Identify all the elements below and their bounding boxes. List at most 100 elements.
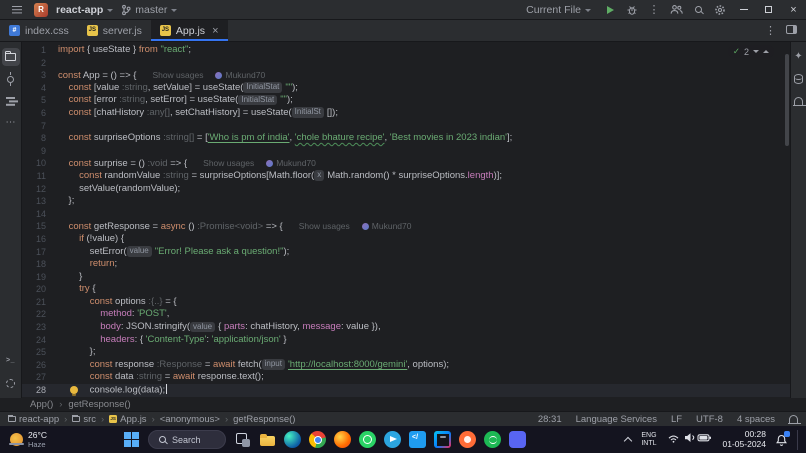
line-number[interactable]: 16	[22, 233, 58, 246]
branch-selector[interactable]: master	[121, 4, 177, 16]
telegram-icon[interactable]	[384, 431, 401, 448]
line-number[interactable]: 25	[22, 346, 58, 359]
line-number[interactable]: 11	[22, 170, 58, 183]
line-number[interactable]: 13	[22, 195, 58, 208]
tab-server-js[interactable]: JSserver.js	[78, 20, 151, 41]
tray-overflow-icon[interactable]	[624, 437, 632, 445]
database-tool-icon[interactable]	[790, 70, 806, 88]
code-line-10[interactable]: 10 const surprise = () :void => {Show us…	[22, 157, 790, 170]
terminal-tool-icon[interactable]: >_	[2, 352, 20, 370]
line-number[interactable]: 8	[22, 132, 58, 145]
next-problem-icon[interactable]	[753, 50, 759, 53]
code-line-5[interactable]: 5 const [error :string, setError] = useS…	[22, 94, 790, 107]
code-with-me-button[interactable]	[665, 1, 687, 19]
line-number[interactable]: 19	[22, 271, 58, 284]
line-number[interactable]: 12	[22, 183, 58, 196]
line-number[interactable]: 7	[22, 120, 58, 133]
postman-icon[interactable]	[459, 431, 476, 448]
webstorm-icon[interactable]	[434, 431, 451, 448]
line-number[interactable]: 5	[22, 94, 58, 107]
code-line-6[interactable]: 6 const [chatHistory :any[], setChatHist…	[22, 107, 790, 120]
breadcrumb-item[interactable]: App()	[30, 399, 53, 410]
line-number[interactable]: 9	[22, 145, 58, 158]
line-number[interactable]: 2	[22, 57, 58, 70]
code-line-7[interactable]: 7	[22, 120, 790, 133]
close-button[interactable]: ×	[781, 0, 806, 19]
code-line-2[interactable]: 2	[22, 57, 790, 70]
discord-icon[interactable]	[509, 431, 526, 448]
line-number[interactable]: 21	[22, 296, 58, 309]
inspections-widget[interactable]: ✓ 2	[728, 45, 774, 58]
code-line-28[interactable]: 28 console.log(data);	[22, 384, 790, 397]
settings-button[interactable]	[709, 1, 731, 19]
code-line-16[interactable]: 16 if (!value) {	[22, 233, 790, 246]
editor-layout-button[interactable]	[786, 25, 797, 37]
nav-item[interactable]: src	[72, 414, 96, 425]
code-line-13[interactable]: 13 };	[22, 195, 790, 208]
run-config-selector[interactable]: Current File	[526, 4, 591, 16]
main-menu-button[interactable]	[8, 2, 26, 18]
show-desktop-button[interactable]	[797, 430, 800, 450]
code-line-18[interactable]: 18 return;	[22, 258, 790, 271]
line-number[interactable]: 24	[22, 334, 58, 347]
line-number[interactable]: 18	[22, 258, 58, 271]
line-number[interactable]: 10	[22, 157, 58, 170]
ai-tool-icon[interactable]: ✦	[790, 48, 806, 66]
language-indicator[interactable]: ENG INTL	[641, 432, 656, 447]
line-number[interactable]: 1	[22, 44, 58, 57]
whatsapp-icon[interactable]	[359, 431, 376, 448]
project-selector[interactable]: react-app	[56, 4, 113, 16]
maximize-button[interactable]	[756, 0, 781, 19]
line-number[interactable]: 27	[22, 371, 58, 384]
code-line-11[interactable]: 11 const randomValue :string = surpriseO…	[22, 170, 790, 183]
file-explorer-icon[interactable]	[259, 431, 276, 448]
code-line-27[interactable]: 27 const data :string = await response.t…	[22, 371, 790, 384]
start-button[interactable]	[123, 431, 140, 448]
code-line-19[interactable]: 19 }	[22, 271, 790, 284]
code-line-3[interactable]: 3const App = () => {Show usagesMukund70	[22, 69, 790, 82]
spotify-icon[interactable]	[484, 431, 501, 448]
chrome-icon[interactable]	[309, 431, 326, 448]
taskbar-search[interactable]: Search	[148, 430, 226, 449]
code-line-20[interactable]: 20 try {	[22, 283, 790, 296]
tab-options-button[interactable]: ⋮	[765, 24, 776, 37]
editor[interactable]: 1import { useState } from "react";23cons…	[22, 42, 790, 398]
line-number[interactable]: 17	[22, 246, 58, 259]
code-line-14[interactable]: 14	[22, 208, 790, 221]
nav-item[interactable]: getResponse()	[233, 414, 295, 425]
line-separator[interactable]: LF	[671, 414, 682, 425]
prev-problem-icon[interactable]	[763, 50, 769, 53]
code-line-4[interactable]: 4 const [value :string, setValue] = useS…	[22, 82, 790, 95]
caret-position[interactable]: 28:31	[538, 414, 562, 425]
line-number[interactable]: 26	[22, 359, 58, 372]
nav-item[interactable]: react-app	[8, 414, 59, 425]
intention-bulb-icon[interactable]	[70, 386, 78, 394]
line-number[interactable]: 15	[22, 220, 58, 233]
language-services[interactable]: Language Services	[576, 414, 657, 425]
code-line-22[interactable]: 22 method: 'POST',	[22, 308, 790, 321]
notification-center-button[interactable]	[776, 434, 787, 446]
code-line-23[interactable]: 23 body: JSON.stringify(value{ parts: ch…	[22, 321, 790, 334]
nav-item[interactable]: JSApp.js	[109, 414, 146, 425]
system-status-icons[interactable]	[667, 431, 713, 449]
line-number[interactable]: 3	[22, 69, 58, 82]
vscode-icon[interactable]	[409, 431, 426, 448]
file-encoding[interactable]: UTF-8	[696, 414, 723, 425]
minimize-button[interactable]	[731, 0, 756, 19]
task-view-icon[interactable]	[234, 431, 251, 448]
notifications-tool-icon[interactable]	[790, 92, 806, 110]
editor-scrollbar[interactable]	[785, 54, 789, 146]
line-number[interactable]: 23	[22, 321, 58, 334]
line-number[interactable]: 6	[22, 107, 58, 120]
tab-index-css[interactable]: #index.css	[0, 20, 78, 41]
firefox-icon[interactable]	[334, 431, 351, 448]
edge-icon[interactable]	[284, 431, 301, 448]
line-number[interactable]: 28	[22, 384, 58, 397]
code-line-17[interactable]: 17 setError(value"Error! Please ask a qu…	[22, 246, 790, 259]
nav-item[interactable]: <anonymous>	[160, 414, 220, 425]
code-line-15[interactable]: 15 const getResponse = async () :Promise…	[22, 220, 790, 233]
status-notifications-icon[interactable]	[789, 415, 798, 423]
indent-style[interactable]: 4 spaces	[737, 414, 775, 425]
code-line-12[interactable]: 12 setValue(randomValue);	[22, 183, 790, 196]
more-actions-button[interactable]: ⋮	[643, 1, 665, 19]
